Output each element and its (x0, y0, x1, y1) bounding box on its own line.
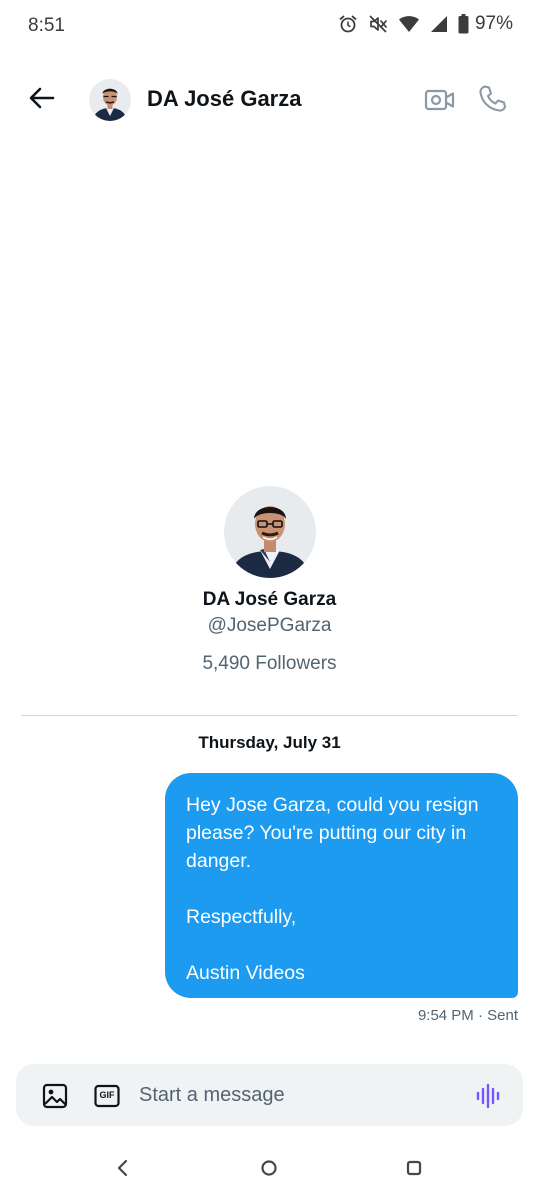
phone-icon (476, 85, 508, 119)
gif-label: GIF (99, 1090, 115, 1100)
divider (21, 715, 518, 716)
add-media-button[interactable] (41, 1082, 69, 1110)
message-paragraph-gap (186, 875, 496, 903)
message-line: Hey Jose Garza, could you resign (186, 794, 479, 816)
message-input[interactable] (139, 1078, 459, 1112)
date-separator: Thursday, July 31 (198, 733, 341, 752)
conversation-header: DA José Garza (0, 70, 539, 130)
conversation-title[interactable]: DA José Garza (147, 86, 301, 112)
system-home-button[interactable] (257, 1156, 281, 1180)
voice-call-button[interactable] (476, 83, 508, 115)
mute-icon (368, 14, 388, 34)
sent-message-bubble[interactable]: Hey Jose Garza, could you resign please?… (165, 773, 518, 998)
wifi-icon (398, 15, 420, 33)
alarm-icon (338, 14, 358, 34)
profile-name[interactable]: DA José Garza (0, 589, 539, 611)
back-button[interactable] (26, 84, 58, 116)
signal-icon (430, 15, 448, 33)
message-line: please? You're putting our city in (186, 822, 467, 844)
message-paragraph-gap (186, 931, 496, 959)
voice-message-button[interactable] (475, 1082, 503, 1110)
voice-waveform-icon (475, 1083, 503, 1114)
status-time: 8:51 (28, 15, 65, 36)
battery-icon (458, 14, 469, 34)
video-call-button[interactable] (424, 85, 456, 115)
header-avatar[interactable] (89, 79, 131, 121)
arrow-left-icon (29, 87, 55, 114)
message-line: danger. (186, 850, 252, 872)
recents-square-icon (402, 1160, 426, 1184)
message-timestamp-status: 9:54 PM · Sent (417, 1007, 518, 1024)
status-bar: 8:51 97% (0, 0, 539, 52)
status-icons: 97% (338, 13, 513, 35)
profile-handle[interactable]: @JosePGarza (0, 615, 539, 637)
profile-followers: 5,490 Followers (202, 653, 337, 674)
home-circle-icon (257, 1160, 281, 1184)
message-line: Respectfully, (186, 906, 297, 928)
chevron-left-icon (111, 1159, 135, 1184)
dm-conversation-screen: 8:51 97% DA José Garza DA José Garza @Jo… (0, 0, 539, 1200)
video-call-icon (424, 89, 456, 119)
system-recents-button[interactable] (402, 1156, 426, 1180)
profile-avatar[interactable] (223, 486, 316, 578)
message-composer: GIF (16, 1064, 523, 1126)
battery-percent: 97% (474, 13, 513, 34)
system-nav-bar (0, 1140, 539, 1200)
profile-summary: DA José Garza @JosePGarza 5,490 Follower… (0, 486, 539, 675)
gif-button[interactable]: GIF (94, 1084, 120, 1108)
system-back-button[interactable] (111, 1156, 135, 1180)
message-line: Austin Videos (186, 962, 305, 984)
image-icon (41, 1083, 69, 1114)
